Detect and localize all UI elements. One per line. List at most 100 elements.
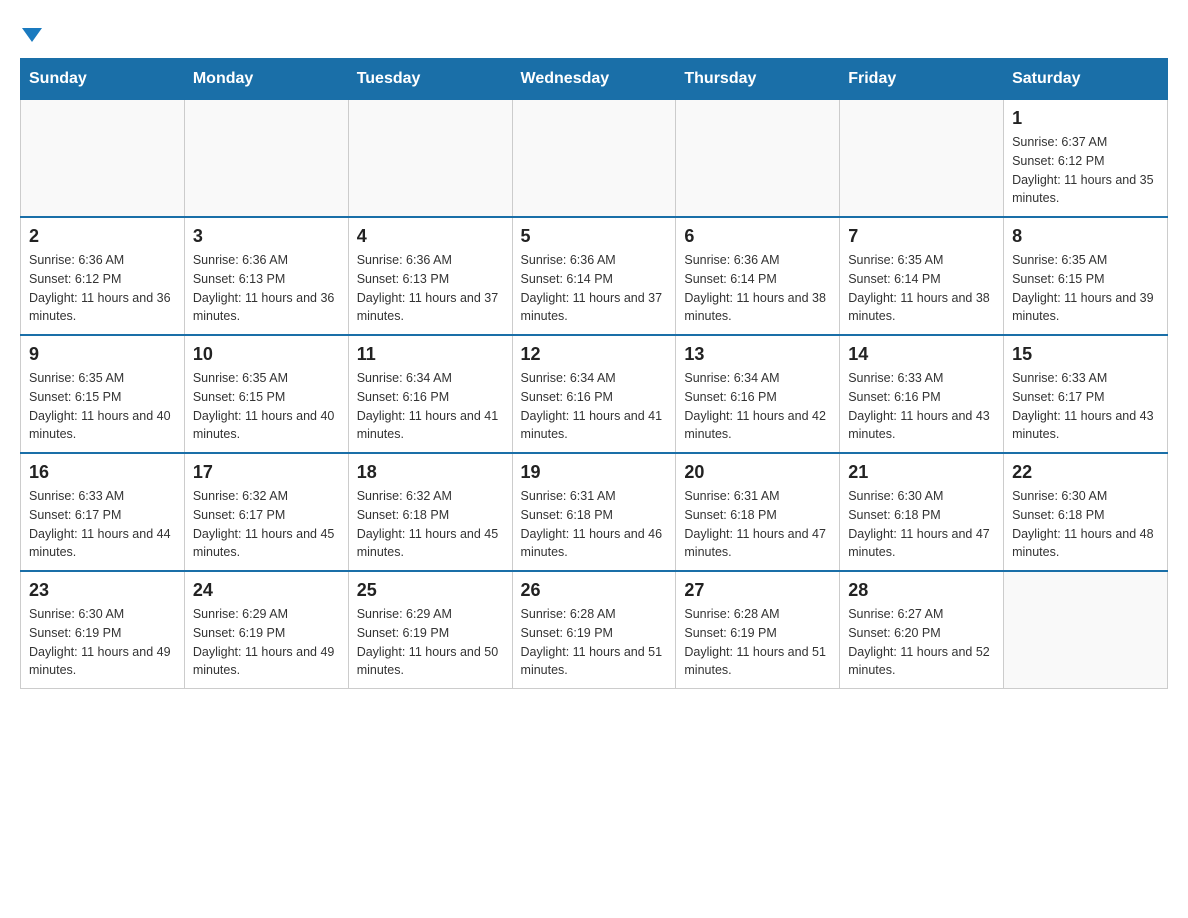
day-info: Sunrise: 6:32 AM Sunset: 6:17 PM Dayligh… (193, 487, 340, 562)
day-info: Sunrise: 6:31 AM Sunset: 6:18 PM Dayligh… (684, 487, 831, 562)
calendar-cell: 28 Sunrise: 6:27 AM Sunset: 6:20 PM Dayli… (840, 571, 1004, 689)
day-info: Sunrise: 6:30 AM Sunset: 6:19 PM Dayligh… (29, 605, 176, 680)
page-header (20, 20, 1168, 48)
day-info: Sunrise: 6:32 AM Sunset: 6:18 PM Dayligh… (357, 487, 504, 562)
day-info: Sunrise: 6:36 AM Sunset: 6:13 PM Dayligh… (193, 251, 340, 326)
calendar-cell (1004, 571, 1168, 689)
calendar-week-row: 16 Sunrise: 6:33 AM Sunset: 6:17 PM Dayli… (21, 453, 1168, 571)
day-info: Sunrise: 6:36 AM Sunset: 6:14 PM Dayligh… (521, 251, 668, 326)
day-info: Sunrise: 6:36 AM Sunset: 6:14 PM Dayligh… (684, 251, 831, 326)
day-info: Sunrise: 6:31 AM Sunset: 6:18 PM Dayligh… (521, 487, 668, 562)
calendar-cell: 23 Sunrise: 6:30 AM Sunset: 6:19 PM Dayli… (21, 571, 185, 689)
day-info: Sunrise: 6:35 AM Sunset: 6:15 PM Dayligh… (193, 369, 340, 444)
logo (20, 20, 42, 48)
day-number: 25 (357, 580, 504, 601)
header-day-tuesday: Tuesday (348, 59, 512, 99)
day-number: 7 (848, 226, 995, 247)
calendar-cell: 4 Sunrise: 6:36 AM Sunset: 6:13 PM Daylig… (348, 217, 512, 335)
day-info: Sunrise: 6:35 AM Sunset: 6:15 PM Dayligh… (1012, 251, 1159, 326)
day-number: 4 (357, 226, 504, 247)
calendar-cell: 15 Sunrise: 6:33 AM Sunset: 6:17 PM Dayli… (1004, 335, 1168, 453)
day-info: Sunrise: 6:30 AM Sunset: 6:18 PM Dayligh… (1012, 487, 1159, 562)
day-number: 5 (521, 226, 668, 247)
day-number: 6 (684, 226, 831, 247)
day-info: Sunrise: 6:33 AM Sunset: 6:17 PM Dayligh… (1012, 369, 1159, 444)
day-number: 20 (684, 462, 831, 483)
day-number: 26 (521, 580, 668, 601)
calendar-week-row: 2 Sunrise: 6:36 AM Sunset: 6:12 PM Daylig… (21, 217, 1168, 335)
day-number: 3 (193, 226, 340, 247)
day-number: 14 (848, 344, 995, 365)
calendar-cell (512, 99, 676, 217)
header-day-thursday: Thursday (676, 59, 840, 99)
header-day-sunday: Sunday (21, 59, 185, 99)
header-day-monday: Monday (184, 59, 348, 99)
day-number: 21 (848, 462, 995, 483)
day-number: 17 (193, 462, 340, 483)
calendar-cell: 20 Sunrise: 6:31 AM Sunset: 6:18 PM Dayli… (676, 453, 840, 571)
calendar-cell (840, 99, 1004, 217)
day-number: 28 (848, 580, 995, 601)
calendar-cell: 9Sunrise: 6:35 AM Sunset: 6:15 PM Daylig… (21, 335, 185, 453)
calendar-cell: 24Sunrise: 6:29 AM Sunset: 6:19 PM Dayli… (184, 571, 348, 689)
calendar-cell: 12 Sunrise: 6:34 AM Sunset: 6:16 PM Dayli… (512, 335, 676, 453)
calendar-cell (348, 99, 512, 217)
day-info: Sunrise: 6:35 AM Sunset: 6:15 PM Dayligh… (29, 369, 176, 444)
day-info: Sunrise: 6:28 AM Sunset: 6:19 PM Dayligh… (521, 605, 668, 680)
day-info: Sunrise: 6:34 AM Sunset: 6:16 PM Dayligh… (521, 369, 668, 444)
day-number: 16 (29, 462, 176, 483)
day-number: 2 (29, 226, 176, 247)
calendar-cell: 22 Sunrise: 6:30 AM Sunset: 6:18 PM Dayli… (1004, 453, 1168, 571)
day-info: Sunrise: 6:36 AM Sunset: 6:12 PM Dayligh… (29, 251, 176, 326)
calendar-cell: 18 Sunrise: 6:32 AM Sunset: 6:18 PM Dayli… (348, 453, 512, 571)
day-number: 19 (521, 462, 668, 483)
calendar-week-row: 1 Sunrise: 6:37 AM Sunset: 6:12 PM Daylig… (21, 99, 1168, 217)
calendar-cell: 1 Sunrise: 6:37 AM Sunset: 6:12 PM Daylig… (1004, 99, 1168, 217)
header-day-wednesday: Wednesday (512, 59, 676, 99)
header-day-friday: Friday (840, 59, 1004, 99)
calendar-week-row: 9Sunrise: 6:35 AM Sunset: 6:15 PM Daylig… (21, 335, 1168, 453)
calendar-cell (184, 99, 348, 217)
day-number: 18 (357, 462, 504, 483)
day-number: 15 (1012, 344, 1159, 365)
day-info: Sunrise: 6:33 AM Sunset: 6:16 PM Dayligh… (848, 369, 995, 444)
day-info: Sunrise: 6:37 AM Sunset: 6:12 PM Dayligh… (1012, 133, 1159, 208)
logo-triangle-icon (22, 28, 42, 42)
day-number: 27 (684, 580, 831, 601)
calendar-cell (21, 99, 185, 217)
calendar-cell: 17 Sunrise: 6:32 AM Sunset: 6:17 PM Dayli… (184, 453, 348, 571)
calendar-cell: 16 Sunrise: 6:33 AM Sunset: 6:17 PM Dayli… (21, 453, 185, 571)
calendar-cell: 14 Sunrise: 6:33 AM Sunset: 6:16 PM Dayli… (840, 335, 1004, 453)
calendar-cell: 6 Sunrise: 6:36 AM Sunset: 6:14 PM Daylig… (676, 217, 840, 335)
calendar-cell: 21 Sunrise: 6:30 AM Sunset: 6:18 PM Dayli… (840, 453, 1004, 571)
calendar-cell (676, 99, 840, 217)
calendar-cell: 11 Sunrise: 6:34 AM Sunset: 6:16 PM Dayli… (348, 335, 512, 453)
calendar-week-row: 23 Sunrise: 6:30 AM Sunset: 6:19 PM Dayli… (21, 571, 1168, 689)
day-number: 23 (29, 580, 176, 601)
day-info: Sunrise: 6:34 AM Sunset: 6:16 PM Dayligh… (684, 369, 831, 444)
calendar-cell: 5 Sunrise: 6:36 AM Sunset: 6:14 PM Daylig… (512, 217, 676, 335)
calendar-cell: 25Sunrise: 6:29 AM Sunset: 6:19 PM Dayli… (348, 571, 512, 689)
day-info: Sunrise: 6:30 AM Sunset: 6:18 PM Dayligh… (848, 487, 995, 562)
calendar-cell: 19 Sunrise: 6:31 AM Sunset: 6:18 PM Dayli… (512, 453, 676, 571)
day-info: Sunrise: 6:36 AM Sunset: 6:13 PM Dayligh… (357, 251, 504, 326)
day-info: Sunrise: 6:33 AM Sunset: 6:17 PM Dayligh… (29, 487, 176, 562)
calendar-table: SundayMondayTuesdayWednesdayThursdayFrid… (20, 58, 1168, 689)
day-number: 24 (193, 580, 340, 601)
calendar-cell: 26 Sunrise: 6:28 AM Sunset: 6:19 PM Dayli… (512, 571, 676, 689)
calendar-cell: 8 Sunrise: 6:35 AM Sunset: 6:15 PM Daylig… (1004, 217, 1168, 335)
day-number: 1 (1012, 108, 1159, 129)
day-number: 11 (357, 344, 504, 365)
header-day-saturday: Saturday (1004, 59, 1168, 99)
day-number: 13 (684, 344, 831, 365)
day-number: 8 (1012, 226, 1159, 247)
day-number: 22 (1012, 462, 1159, 483)
day-number: 10 (193, 344, 340, 365)
calendar-header-row: SundayMondayTuesdayWednesdayThursdayFrid… (21, 59, 1168, 99)
calendar-cell: 2 Sunrise: 6:36 AM Sunset: 6:12 PM Daylig… (21, 217, 185, 335)
calendar-cell: 3 Sunrise: 6:36 AM Sunset: 6:13 PM Daylig… (184, 217, 348, 335)
day-number: 12 (521, 344, 668, 365)
calendar-cell: 7Sunrise: 6:35 AM Sunset: 6:14 PM Daylig… (840, 217, 1004, 335)
day-info: Sunrise: 6:34 AM Sunset: 6:16 PM Dayligh… (357, 369, 504, 444)
day-info: Sunrise: 6:27 AM Sunset: 6:20 PM Dayligh… (848, 605, 995, 680)
